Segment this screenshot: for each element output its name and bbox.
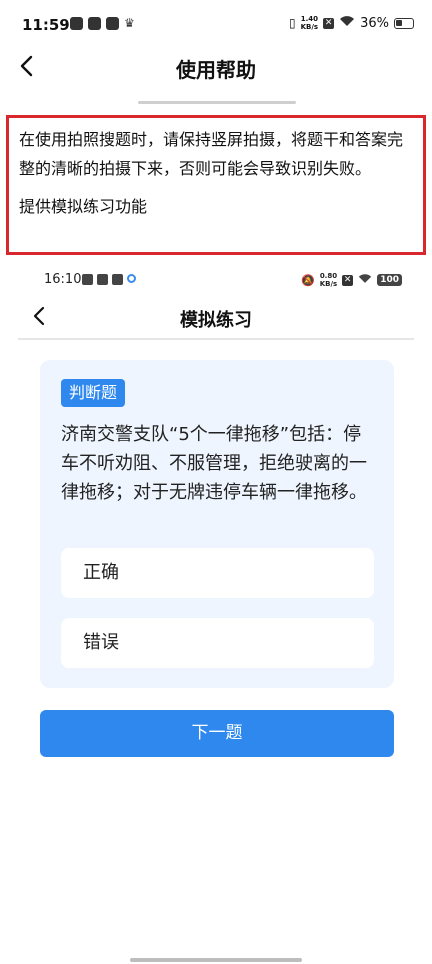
home-indicator[interactable] [130, 958, 302, 962]
embedded-network-speed-value: 0.80 [319, 272, 338, 280]
sim-off-icon: ✕ [342, 274, 354, 286]
mute-icon: 🔕 [301, 273, 315, 287]
app-notification-icon [82, 274, 93, 285]
app-header: 使用帮助 [0, 48, 432, 88]
network-speed-value: 1.40 [300, 15, 318, 23]
embedded-header: 模拟练习 [0, 300, 432, 340]
sync-icon [127, 274, 136, 283]
help-text: 在使用拍照搜题时，请保持竖屏拍摄，将题干和答案完整的清晰的拍摄下来，否则可能会导… [19, 130, 404, 178]
page-title: 使用帮助 [176, 58, 256, 82]
network-speed: 1.40 KB/s [301, 15, 318, 31]
embedded-notification-icons [82, 274, 136, 285]
next-question-button[interactable]: 下一题 [40, 710, 394, 757]
embedded-status-time: 16:10 [44, 272, 82, 287]
network-speed-unit: KB/s [300, 23, 319, 31]
header-divider [138, 101, 296, 104]
question-text: 济南交警支队“5个一律拖移”包括：停车不听劝阻、不服管理，拒绝驶离的一律拖移；对… [61, 424, 367, 503]
sim-off-icon: ✕ [323, 17, 335, 29]
help-feature-text: 提供模拟练习功能 [19, 197, 148, 216]
embedded-battery-icon: 100 [377, 274, 402, 286]
embedded-status-right: 🔕 0.80 KB/s ✕ 100 [301, 272, 402, 288]
status-time: 11:59 [22, 16, 70, 34]
option-true[interactable]: 正确 [61, 548, 374, 598]
question-type-badge: 判断题 [61, 379, 126, 407]
app-notification-icon [106, 17, 119, 30]
embedded-network-speed: 0.80 KB/s [320, 272, 337, 288]
option-false[interactable]: 错误 [61, 618, 374, 668]
chat-icon [97, 274, 108, 285]
embedded-network-speed-unit: KB/s [319, 280, 338, 288]
notification-icons: ♛ [70, 17, 137, 30]
status-bar: 11:59 ♛ ▯ 1.40 KB/s ✕ 36% [0, 0, 432, 48]
question-card: 判断题 济南交警支队“5个一律拖移”包括：停车不听劝阻、不服管理，拒绝驶离的一律… [40, 360, 394, 688]
status-right: ▯ 1.40 KB/s ✕ 36% [289, 15, 414, 31]
embedded-status-bar: 16:10 🔕 0.80 KB/s ✕ 100 [0, 266, 432, 294]
mail-icon [112, 274, 123, 285]
wifi-icon [358, 273, 372, 287]
app-notification-icon [88, 17, 101, 30]
help-highlight-box: 在使用拍照搜题时，请保持竖屏拍摄，将题干和答案完整的清晰的拍摄下来，否则可能会导… [6, 115, 426, 255]
embedded-header-divider [18, 338, 414, 340]
wifi-icon [339, 15, 355, 31]
app-notification-icon [70, 17, 83, 30]
battery-percent: 36% [360, 15, 389, 31]
battery-icon [394, 17, 414, 29]
embedded-page-title: 模拟练习 [180, 310, 252, 331]
crown-icon: ♛ [124, 16, 135, 30]
vibrate-icon: ▯ [289, 16, 296, 30]
